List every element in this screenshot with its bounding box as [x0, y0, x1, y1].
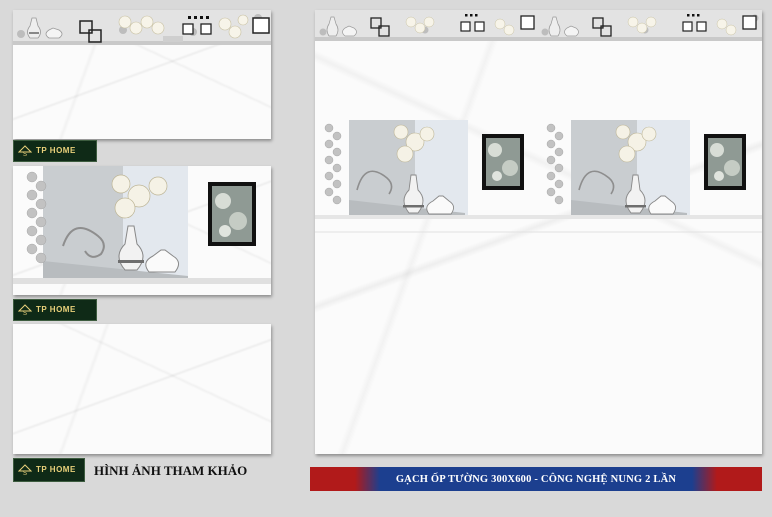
house-icon: S [18, 463, 32, 477]
house-icon: S [18, 144, 32, 158]
brand-logo: S TP HOME [13, 458, 85, 482]
decor-tile [13, 166, 271, 295]
svg-text:S: S [23, 471, 27, 477]
brand-name: TP HOME [36, 305, 76, 314]
brand-name: TP HOME [36, 146, 76, 155]
border-tile [13, 10, 271, 139]
plain-tile [13, 324, 271, 454]
reference-caption: HÌNH ẢNH THAM KHẢO [94, 463, 248, 478]
wall-preview [315, 10, 762, 454]
house-icon: S [18, 303, 32, 317]
product-banner: GẠCH ỐP TƯỜNG 300X600 - CÔNG NGHỆ NUNG 2… [310, 467, 762, 491]
svg-text:S: S [23, 311, 27, 317]
brand-name: TP HOME [36, 465, 76, 474]
brand-logo: S TP HOME [13, 140, 97, 162]
product-banner-text: GẠCH ỐP TƯỜNG 300X600 - CÔNG NGHỆ NUNG 2… [395, 473, 677, 485]
brand-logo: S TP HOME [13, 299, 97, 321]
svg-text:S: S [23, 152, 27, 158]
